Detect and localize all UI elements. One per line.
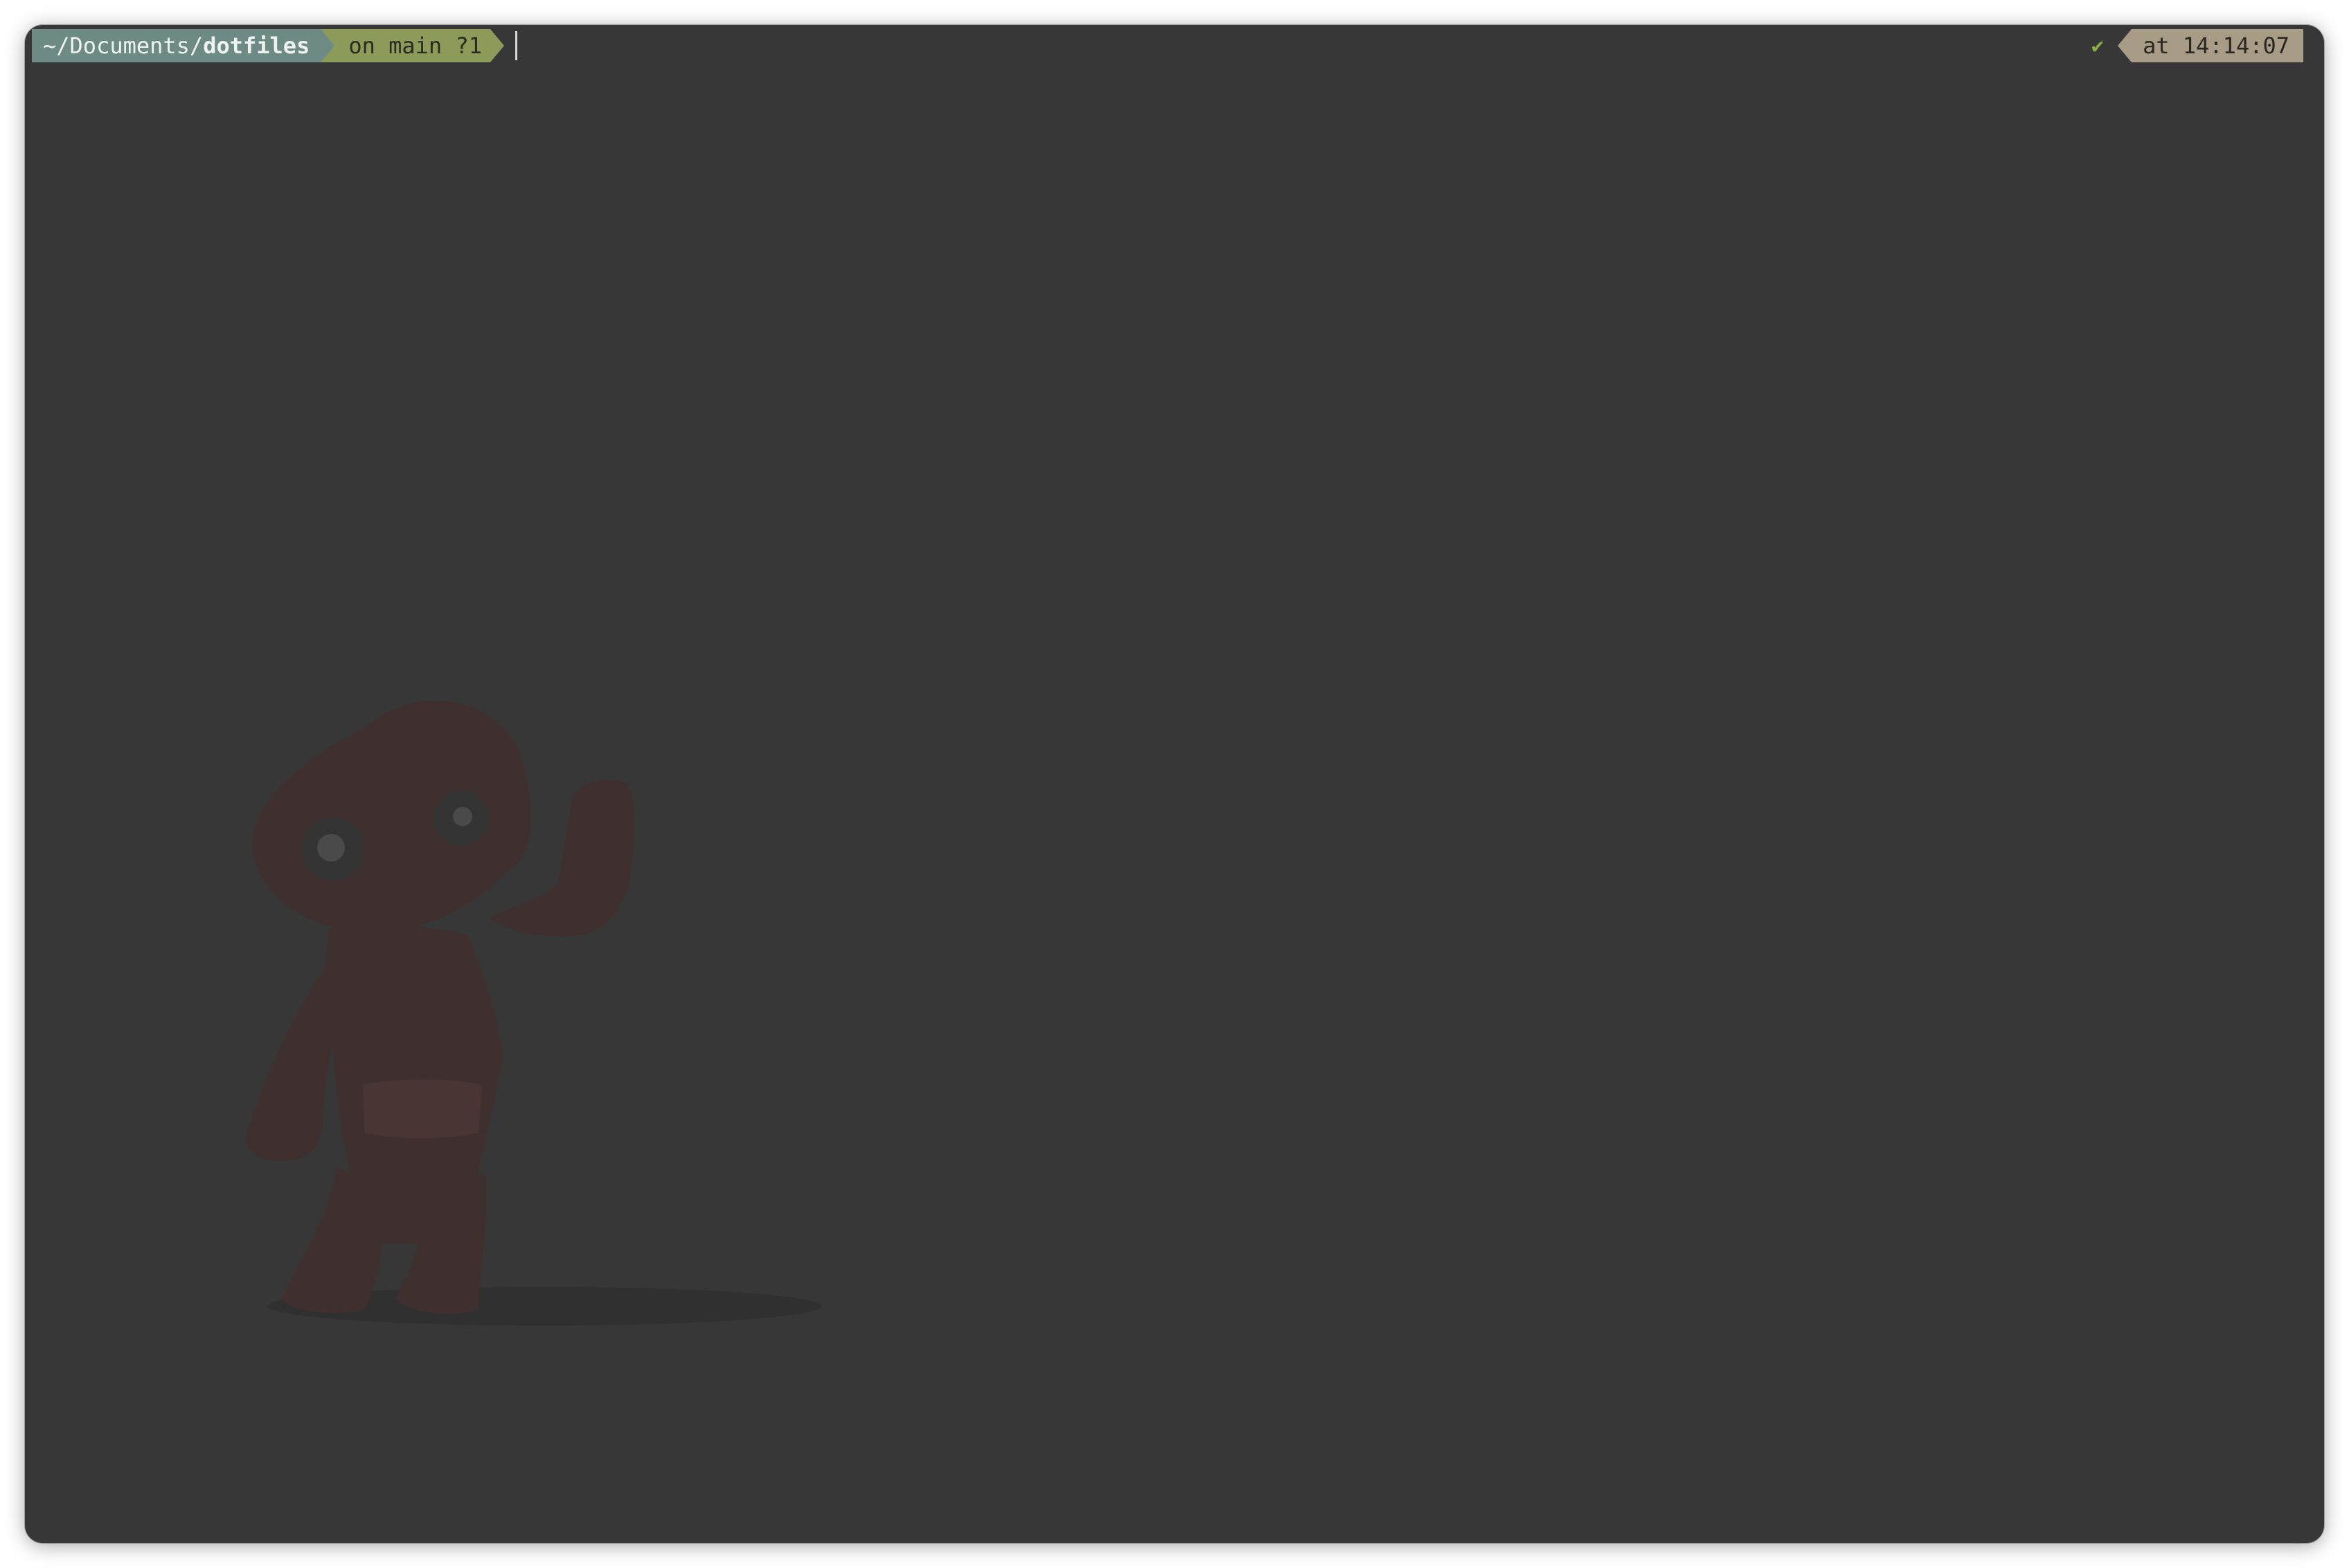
prompt-line: ~/Documents/dotfiles on main ?1 [32, 29, 517, 62]
checkmark-icon: ✔ [2091, 33, 2105, 58]
prompt-time: at 14:14:07 [2143, 33, 2289, 59]
segment-end-arrow [490, 29, 504, 62]
git-status: on main ?1 [348, 33, 482, 59]
prompt-time-segment: at 14:14:07 [2132, 29, 2303, 62]
prompt-git-segment: on main ?1 [334, 29, 490, 62]
prompt-directory-segment: ~/Documents/dotfiles [32, 29, 321, 62]
terminal-window[interactable]: ~/Documents/dotfiles on main ?1 ✔ at 14:… [25, 25, 2324, 1543]
directory-prefix: ~/Documents/ [43, 33, 204, 59]
segment-separator-arrow [321, 29, 335, 62]
text-cursor[interactable] [515, 31, 517, 60]
time-separator-arrow [2118, 29, 2132, 62]
mascot-body [246, 700, 821, 1326]
directory-name: dotfiles [203, 33, 310, 59]
mascot-belt [363, 1079, 482, 1139]
right-prompt: ✔ at 14:14:07 [2091, 29, 2303, 62]
background-mascot-image [246, 700, 821, 1326]
